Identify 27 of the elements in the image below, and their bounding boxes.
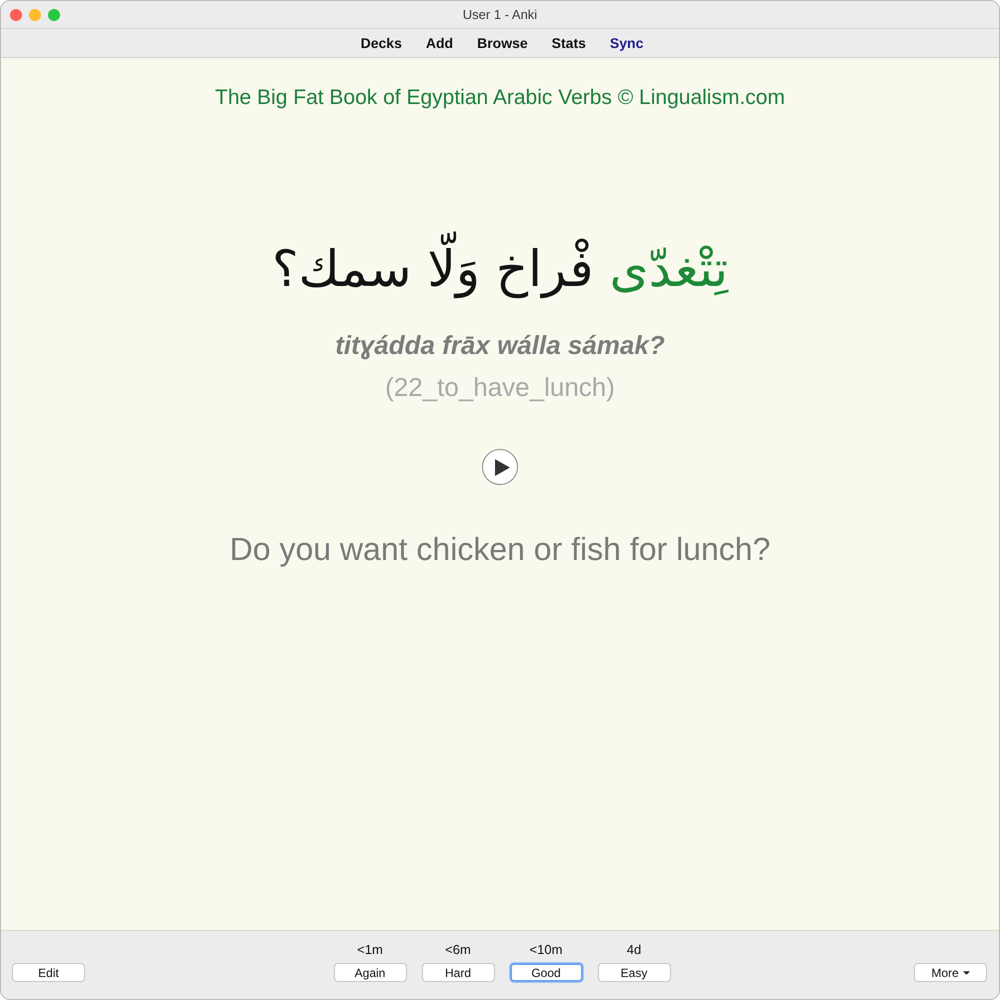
- answer-button[interactable]: Good: [510, 963, 582, 982]
- transliteration: titɣádda frāx wálla sámak?: [335, 329, 665, 361]
- close-icon[interactable]: [10, 9, 22, 21]
- translation: Do you want chicken or fish for lunch?: [230, 530, 770, 569]
- zoom-icon[interactable]: [48, 9, 60, 21]
- answer-button[interactable]: Easy: [598, 963, 670, 982]
- toolbar-link[interactable]: Stats: [540, 35, 598, 51]
- minimize-icon[interactable]: [29, 9, 41, 21]
- interval-label: <1m: [357, 943, 383, 957]
- source-credit: The Big Fat Book of Egyptian Arabic Verbs © Lingualism.com: [215, 85, 785, 111]
- play-button[interactable]: [482, 449, 518, 485]
- more-button[interactable]: More: [914, 963, 987, 982]
- play-icon: [494, 458, 510, 476]
- toolbar-link[interactable]: Decks: [348, 35, 414, 51]
- answer-button[interactable]: Again: [334, 963, 406, 982]
- toolbar-link[interactable]: Browse: [465, 35, 540, 51]
- interval-label: 4d: [626, 943, 642, 957]
- edit-button[interactable]: Edit: [12, 963, 85, 982]
- arabic-sentence: تِتْغدّى فْراخ وَلّا سمك؟: [272, 231, 728, 307]
- interval-label: <10m: [530, 943, 562, 957]
- caret-icon: [962, 970, 970, 974]
- toolbar-link[interactable]: Add: [414, 35, 466, 51]
- answer-button[interactable]: Hard: [422, 963, 494, 982]
- toolbar-link[interactable]: Sync: [598, 35, 656, 51]
- card-tag-note: (22_to_have_lunch): [385, 371, 615, 403]
- interval-label: <6m: [445, 943, 471, 957]
- window-title: User 1 - Anki: [462, 7, 538, 22]
